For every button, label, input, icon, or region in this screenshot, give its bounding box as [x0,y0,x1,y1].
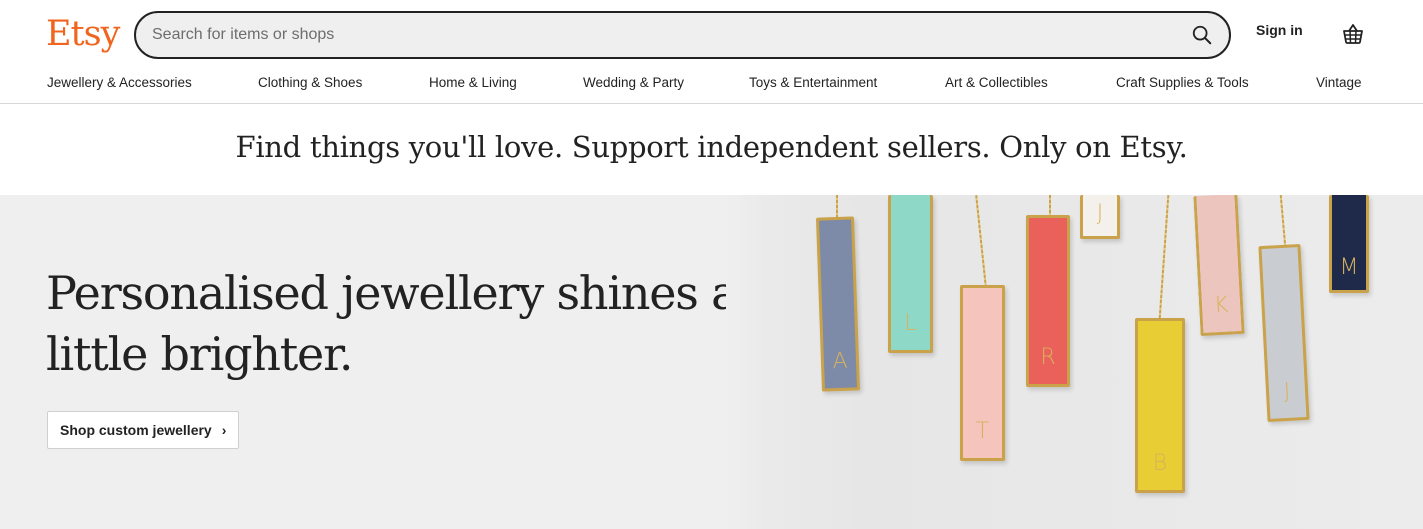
pendant-letter: R [1040,345,1056,370]
chain [836,195,838,217]
chain [1279,195,1287,247]
chain [975,195,987,287]
category-jewellery-accessories[interactable]: Jewellery & Accessories [47,75,192,90]
cart-button[interactable] [1339,20,1367,48]
basket-icon [1343,24,1363,44]
hero-button-label: Shop custom jewellery [60,422,212,438]
category-home-living[interactable]: Home & Living [429,75,517,90]
pendant-letter: J [1283,378,1291,405]
category-craft-supplies-tools[interactable]: Craft Supplies & Tools [1116,75,1249,90]
pendant-letter: M [1339,255,1359,280]
search-icon [1192,25,1212,45]
category-art-collectibles[interactable]: Art & Collectibles [945,75,1048,90]
category-wedding-party[interactable]: Wedding & Party [583,75,684,90]
pendant-letter: L [904,311,917,336]
chain [1158,195,1170,319]
tagline: Find things you'll love. Support indepen… [235,130,1188,164]
pendant-letter: B [1152,451,1168,476]
hero-image-pendants[interactable]: A L T J R B K J M [726,195,1423,529]
site-header: Etsy Sign in Jewellery & Accessories Clo… [0,0,1423,104]
pendant-letter: J [1096,201,1104,226]
chevron-right-icon: › [221,422,227,438]
pendant-l: L [888,195,933,353]
hero-banner: Personalised jewellery shines a little b… [0,195,1423,529]
search-button[interactable] [1187,21,1217,49]
pendant-letter: A [832,348,848,375]
sign-in-link[interactable]: Sign in [1256,22,1303,46]
shop-custom-jewellery-button[interactable]: Shop custom jewellery › [47,411,240,449]
etsy-logo[interactable]: Etsy [46,12,120,56]
search-input[interactable] [152,13,1152,57]
category-vintage[interactable]: Vintage [1316,75,1362,90]
pendant-letter: K [1213,292,1229,319]
pendant-letter: T [975,419,990,444]
pendant-m: M [1329,195,1369,293]
pendant-k: K [1193,195,1245,337]
pendant-r: R [1026,215,1070,387]
pendant-j-grey: J [1258,244,1310,422]
category-toys-entertainment[interactable]: Toys & Entertainment [749,75,877,90]
pendant-b: B [1135,318,1185,493]
pendant-a: A [815,216,861,392]
chain [1049,195,1051,217]
search-bar[interactable] [134,11,1231,59]
pendant-t: T [960,285,1005,461]
category-clothing-shoes[interactable]: Clothing & Shoes [258,75,362,90]
category-nav: Jewellery & Accessories Clothing & Shoes… [0,72,1423,96]
hero-title: Personalised jewellery shines a little b… [46,266,739,381]
pendant-j-white: J [1080,195,1120,239]
